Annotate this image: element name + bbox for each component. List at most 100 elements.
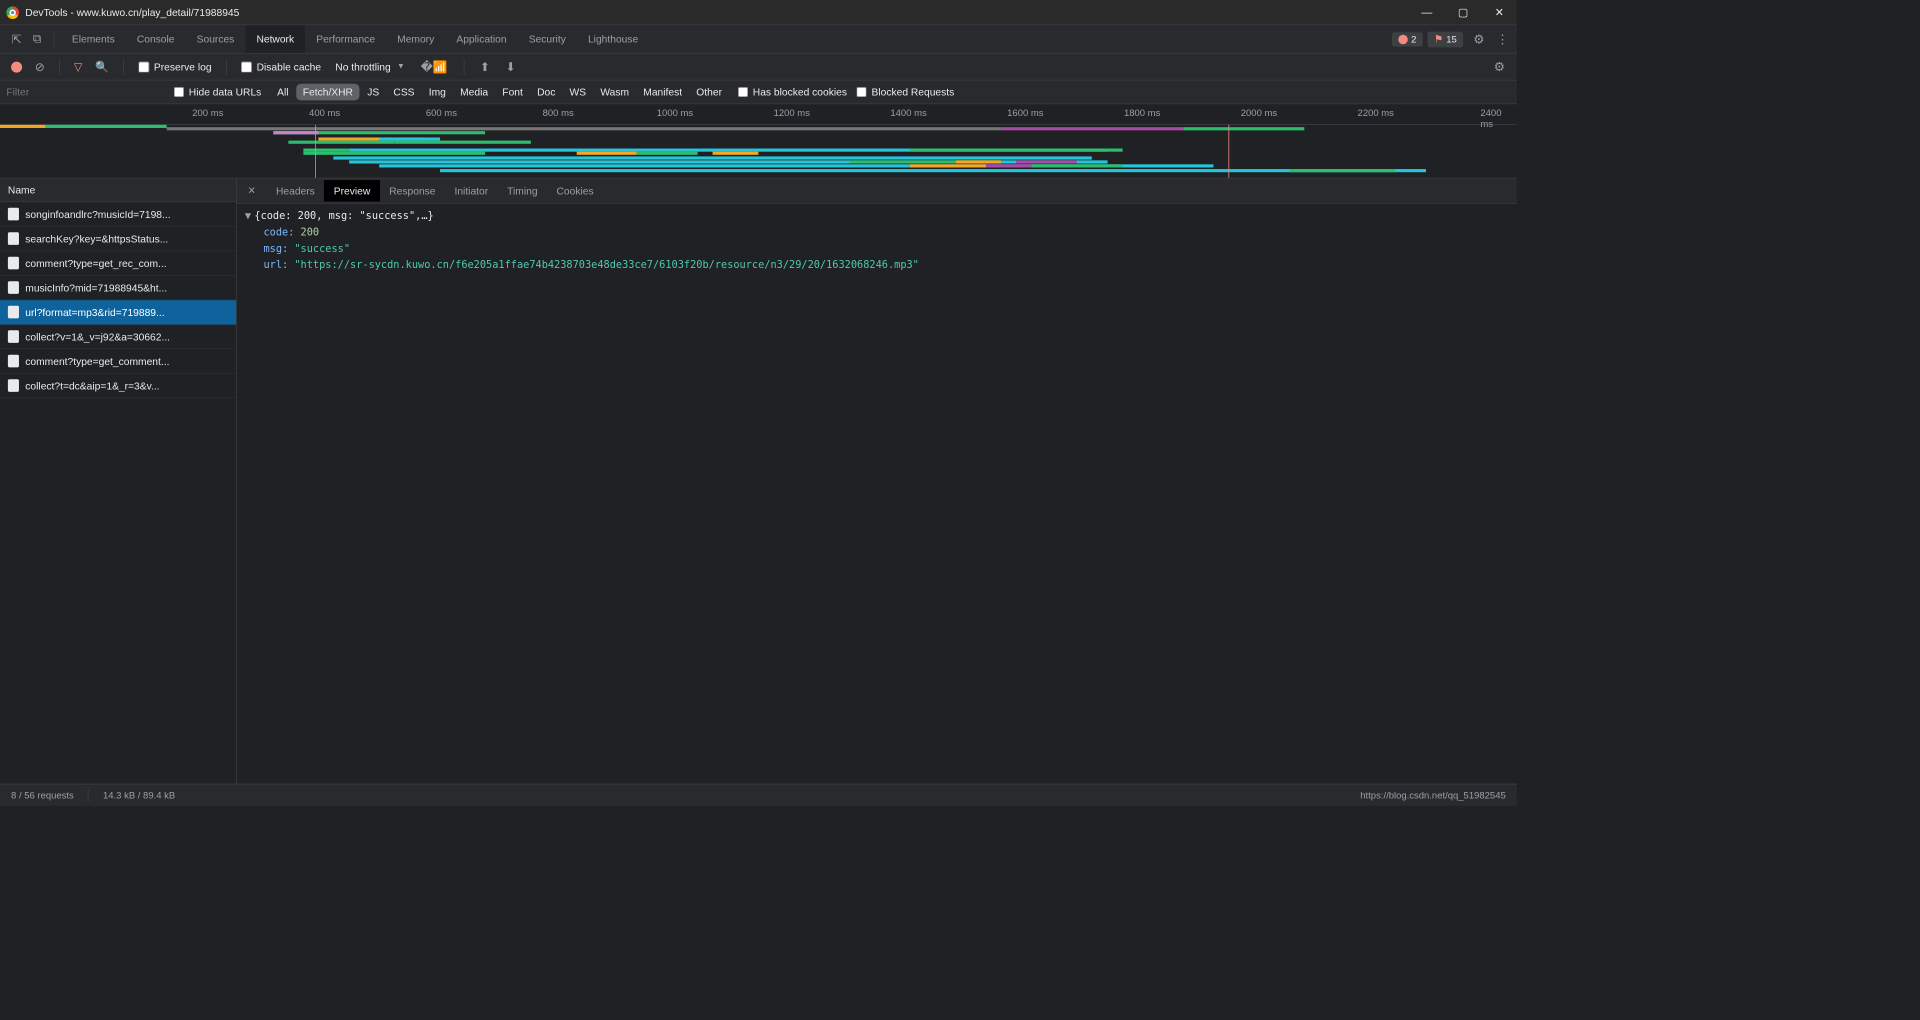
close-detail-icon[interactable]: × bbox=[245, 184, 263, 198]
request-row[interactable]: collect?v=1&_v=j92&a=30662... bbox=[0, 325, 236, 349]
type-filter-doc[interactable]: Doc bbox=[531, 84, 562, 101]
clear-button[interactable]: ⊘ bbox=[30, 60, 49, 74]
request-row[interactable]: searchKey?key=&httpsStatus... bbox=[0, 227, 236, 251]
waterfall-bar bbox=[1016, 160, 1077, 163]
request-list-header[interactable]: Name bbox=[0, 179, 236, 203]
status-transfer: 14.3 kB / 89.4 kB bbox=[103, 790, 175, 801]
record-button[interactable] bbox=[11, 61, 22, 72]
tab-application[interactable]: Application bbox=[445, 25, 517, 53]
time-tick: 1600 ms bbox=[1007, 107, 1043, 118]
type-filter-wasm[interactable]: Wasm bbox=[594, 84, 635, 101]
preserve-log-checkbox[interactable]: Preserve log bbox=[133, 61, 216, 73]
settings-gear-icon[interactable]: ⚙ bbox=[1468, 31, 1490, 47]
detail-tab-cookies[interactable]: Cookies bbox=[547, 180, 603, 201]
waterfall-bar bbox=[1289, 169, 1395, 172]
close-button[interactable]: ✕ bbox=[1488, 6, 1510, 19]
tab-security[interactable]: Security bbox=[518, 25, 577, 53]
time-tick: 1800 ms bbox=[1124, 107, 1160, 118]
type-filter-font[interactable]: Font bbox=[496, 84, 529, 101]
search-icon[interactable]: 🔍 bbox=[90, 60, 113, 73]
status-requests: 8 / 56 requests bbox=[11, 790, 74, 801]
tab-performance[interactable]: Performance bbox=[305, 25, 386, 53]
type-filter-js[interactable]: JS bbox=[361, 84, 386, 101]
detail-tab-initiator[interactable]: Initiator bbox=[445, 180, 498, 201]
import-har-icon[interactable]: ⬆ bbox=[474, 60, 497, 74]
time-tick: 2200 ms bbox=[1358, 107, 1394, 118]
divider bbox=[54, 31, 55, 47]
timeline-marker bbox=[315, 125, 316, 179]
disable-cache-checkbox[interactable]: Disable cache bbox=[236, 61, 326, 73]
hide-data-urls-checkbox[interactable]: Hide data URLs bbox=[174, 86, 262, 98]
detail-tab-headers[interactable]: Headers bbox=[267, 180, 325, 201]
type-filter-all[interactable]: All bbox=[271, 84, 295, 101]
error-dot-icon bbox=[1399, 34, 1408, 43]
document-icon bbox=[8, 379, 19, 392]
waterfall-bar bbox=[637, 152, 698, 155]
request-name: comment?type=get_rec_com... bbox=[25, 257, 166, 269]
errors-count: 2 bbox=[1411, 34, 1416, 45]
timeline-overview[interactable]: 200 ms400 ms600 ms800 ms1000 ms1200 ms14… bbox=[0, 104, 1517, 178]
errors-badge[interactable]: 2 bbox=[1392, 32, 1423, 46]
waterfall-bar bbox=[910, 149, 1122, 152]
divider bbox=[88, 789, 89, 802]
export-har-icon[interactable]: ⬇ bbox=[499, 60, 522, 74]
has-blocked-cookies-checkbox[interactable]: Has blocked cookies bbox=[738, 86, 847, 98]
detail-tab-timing[interactable]: Timing bbox=[498, 180, 547, 201]
request-row[interactable]: collect?t=dc&aip=1&_r=3&v... bbox=[0, 374, 236, 398]
type-filter-img[interactable]: Img bbox=[422, 84, 452, 101]
network-settings-icon[interactable]: ⚙ bbox=[1488, 59, 1510, 75]
waterfall-bar bbox=[440, 169, 1426, 172]
time-tick: 200 ms bbox=[192, 107, 223, 118]
tab-elements[interactable]: Elements bbox=[61, 25, 126, 53]
throttling-select[interactable]: No throttling ▼ bbox=[329, 61, 411, 73]
tab-network[interactable]: Network bbox=[245, 25, 305, 53]
maximize-button[interactable]: ▢ bbox=[1452, 6, 1474, 19]
tab-console[interactable]: Console bbox=[126, 25, 186, 53]
waterfall-bar bbox=[303, 152, 485, 155]
waterfall-bar bbox=[910, 164, 986, 167]
request-row[interactable]: musicInfo?mid=71988945&ht... bbox=[0, 276, 236, 300]
type-filter-other[interactable]: Other bbox=[690, 84, 728, 101]
type-filter-media[interactable]: Media bbox=[454, 84, 495, 101]
type-filter-ws[interactable]: WS bbox=[563, 84, 592, 101]
waterfall-mini bbox=[0, 125, 1517, 179]
request-row[interactable]: url?format=mp3&rid=719889... bbox=[0, 300, 236, 324]
detail-tab-response[interactable]: Response bbox=[380, 180, 445, 201]
request-row[interactable]: songinfoandlrc?musicId=7198... bbox=[0, 202, 236, 226]
chevron-down-icon: ▼ bbox=[397, 62, 405, 71]
chrome-icon bbox=[6, 6, 19, 19]
tab-lighthouse[interactable]: Lighthouse bbox=[577, 25, 649, 53]
tab-sources[interactable]: Sources bbox=[186, 25, 246, 53]
preview-summary: {code: 200, msg: "success",…} bbox=[254, 210, 433, 222]
request-row[interactable]: comment?type=get_comment... bbox=[0, 349, 236, 373]
device-toggle-icon[interactable]: ⧉ bbox=[27, 32, 48, 45]
warnings-badge[interactable]: ⚑ 15 bbox=[1428, 31, 1464, 47]
waterfall-bar bbox=[394, 141, 531, 144]
network-conditions-icon[interactable]: �📶 bbox=[414, 60, 454, 74]
waterfall-bar bbox=[576, 152, 637, 155]
json-val-msg: "success" bbox=[294, 243, 350, 255]
waterfall-bar bbox=[334, 156, 1092, 159]
detail-tab-preview[interactable]: Preview bbox=[324, 180, 379, 201]
type-filters: AllFetch/XHRJSCSSImgMediaFontDocWSWasmMa… bbox=[271, 84, 729, 101]
filter-row: Hide data URLs AllFetch/XHRJSCSSImgMedia… bbox=[0, 81, 1517, 105]
tab-memory[interactable]: Memory bbox=[386, 25, 445, 53]
content-split: Name songinfoandlrc?musicId=7198...searc… bbox=[0, 179, 1517, 784]
minimize-button[interactable]: — bbox=[1416, 6, 1438, 19]
warning-flag-icon: ⚑ bbox=[1434, 33, 1443, 46]
request-row[interactable]: comment?type=get_rec_com... bbox=[0, 251, 236, 275]
hide-data-label: Hide data URLs bbox=[189, 86, 262, 98]
filter-input[interactable] bbox=[6, 86, 164, 98]
type-filter-css[interactable]: CSS bbox=[387, 84, 421, 101]
filter-funnel-icon[interactable]: ▽ bbox=[69, 60, 87, 73]
type-filter-manifest[interactable]: Manifest bbox=[637, 84, 688, 101]
waterfall-bar bbox=[0, 125, 45, 128]
detail-panel: × HeadersPreviewResponseInitiatorTimingC… bbox=[237, 179, 1517, 784]
collapse-triangle-icon[interactable]: ▼ bbox=[245, 209, 254, 225]
type-filter-fetchxhr[interactable]: Fetch/XHR bbox=[296, 84, 359, 101]
inspect-icon[interactable]: ⇱ bbox=[6, 32, 27, 46]
more-icon[interactable]: ⋮ bbox=[1495, 31, 1511, 47]
blocked-requests-checkbox[interactable]: Blocked Requests bbox=[856, 86, 954, 98]
document-icon bbox=[8, 281, 19, 294]
titlebar: DevTools - www.kuwo.cn/play_detail/71988… bbox=[0, 0, 1517, 25]
